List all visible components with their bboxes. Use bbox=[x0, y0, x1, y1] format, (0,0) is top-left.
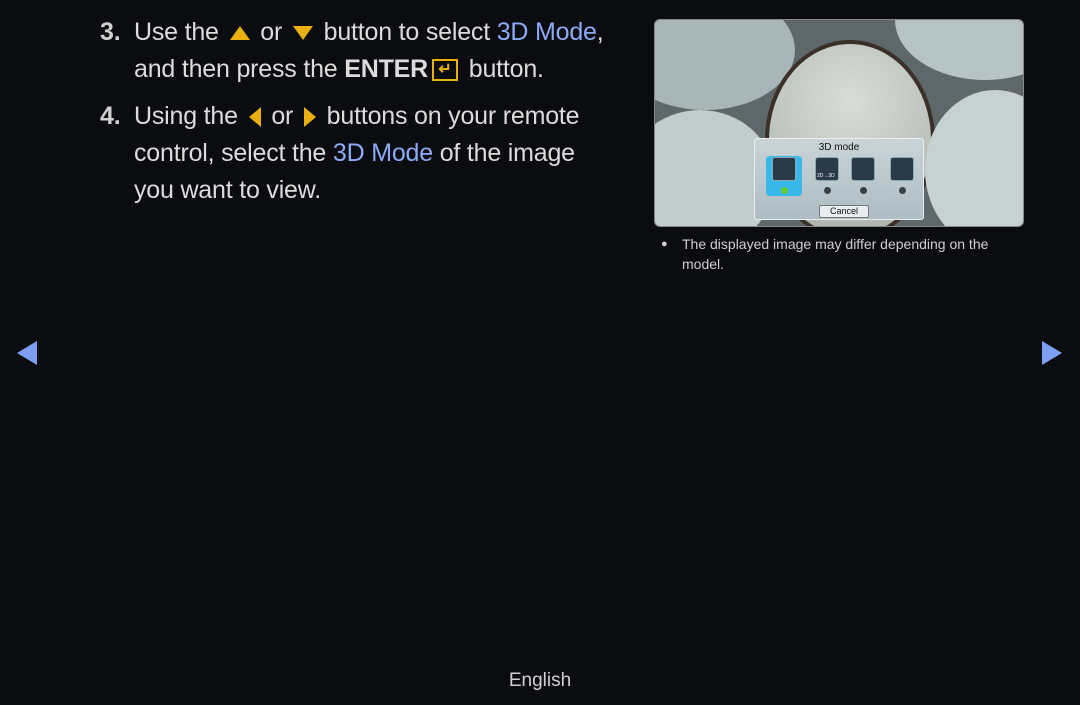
text: , bbox=[596, 18, 604, 46]
radio-icon bbox=[899, 187, 906, 194]
note: ● The displayed image may differ dependi… bbox=[661, 234, 1031, 274]
2d-to-3d-option-icon: 2D→3D bbox=[815, 157, 839, 181]
radio-icon bbox=[781, 187, 788, 194]
option-label: 2D→3D bbox=[817, 173, 835, 179]
text: Use the bbox=[134, 18, 219, 46]
highlight-3d-mode: 3D Mode bbox=[496, 18, 597, 46]
3d-off-option-icon bbox=[772, 157, 796, 181]
step-4: 4. Using the or buttons on your remote c… bbox=[100, 98, 614, 209]
text: button. bbox=[468, 55, 544, 83]
screenshot-image: 3D mode 2D→3D Cancel bbox=[654, 19, 1024, 227]
text: or bbox=[271, 102, 294, 130]
text: or bbox=[260, 18, 283, 46]
text: Using the bbox=[134, 102, 238, 130]
down-arrow-icon bbox=[292, 26, 313, 41]
language-label: English bbox=[508, 670, 572, 691]
dialog-title: 3D mode bbox=[818, 142, 860, 153]
up-arrow-icon bbox=[229, 26, 250, 41]
next-page-arrow-icon[interactable] bbox=[1042, 341, 1062, 365]
note-text: The displayed image may differ depending… bbox=[682, 236, 989, 272]
previous-page-arrow-icon[interactable] bbox=[17, 341, 37, 365]
side-by-side-option-icon bbox=[851, 157, 875, 181]
radio-icon bbox=[824, 187, 831, 194]
step-3: 3. Use the or button to select 3D Mode, … bbox=[100, 14, 634, 88]
highlight-3d-mode: 3D Mode bbox=[332, 139, 433, 167]
radio-icon bbox=[860, 187, 867, 194]
top-bottom-option-icon bbox=[890, 157, 914, 181]
bullet-icon: ● bbox=[661, 238, 668, 250]
text: and then press the bbox=[134, 55, 338, 83]
3d-mode-dialog: 3D mode 2D→3D Cancel bbox=[754, 138, 924, 220]
right-arrow-icon bbox=[303, 107, 316, 128]
left-arrow-icon bbox=[248, 107, 261, 128]
step-number: 3. bbox=[100, 18, 121, 46]
cancel-button: Cancel bbox=[819, 205, 869, 218]
text: button to select bbox=[323, 18, 491, 46]
step-number: 4. bbox=[100, 102, 121, 130]
enter-label: ENTER bbox=[344, 55, 428, 83]
enter-icon: ↵ bbox=[431, 59, 458, 82]
